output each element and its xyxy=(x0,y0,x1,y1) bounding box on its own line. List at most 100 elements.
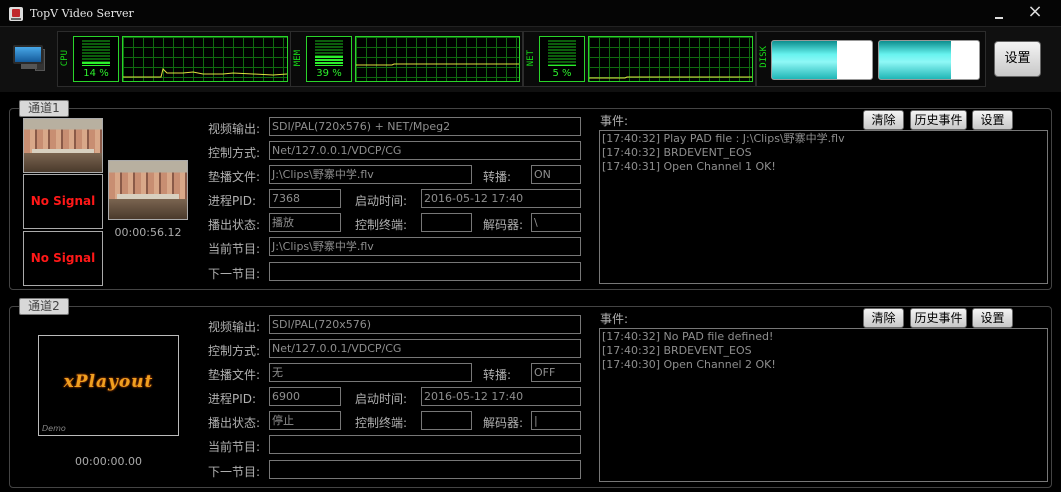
channel-1-timecode: 00:00:56.12 xyxy=(114,226,182,239)
channel-2-panel: 通道2 xPlayout Demo 00:00:00.00 视频输出: SDI/… xyxy=(9,298,1052,488)
current-program-label: 当前节目: xyxy=(208,440,261,454)
channel-2-preview: xPlayout Demo xyxy=(38,335,179,436)
events-label: 事件: xyxy=(600,114,629,128)
relay-label: 转播: xyxy=(483,368,512,382)
channel-1-tab[interactable]: 通道1 xyxy=(19,100,69,117)
channel-1-current-program-field: J:\Clips\野寨中学.flv xyxy=(269,237,581,256)
channel-2-video-out-field: SDI/PAL(720x576) xyxy=(269,315,581,334)
cpu-meter: CPU 14 % xyxy=(57,31,291,87)
minimize-button[interactable] xyxy=(984,3,1014,23)
pad-file-label: 垫播文件: xyxy=(208,170,261,184)
event-log-entry: [17:40:31] Open Channel 1 OK! xyxy=(602,160,776,173)
window-title: TopV Video Server xyxy=(30,7,134,20)
channel-2-start-time-field: 2016-05-12 17:40 xyxy=(421,387,581,406)
close-button[interactable]: × xyxy=(1020,3,1050,23)
channel-1-relay-field: ON xyxy=(531,165,581,184)
control-mode-label: 控制方式: xyxy=(208,146,261,160)
channel-1-pid-field: 7368 xyxy=(269,189,341,208)
no-signal-text: No Signal xyxy=(30,194,96,208)
channel-1-preview-output xyxy=(108,160,188,220)
mem-history-graph xyxy=(355,36,520,82)
channel-1-history-button[interactable]: 历史事件 xyxy=(910,110,967,130)
channel-2-relay-field: OFF xyxy=(531,363,581,382)
channel-2-decoder-field: | xyxy=(531,411,581,430)
disk-usage-bar-1 xyxy=(771,40,873,80)
channel-2-settings-button[interactable]: 设置 xyxy=(972,308,1013,328)
mem-percent: 39 % xyxy=(316,68,342,79)
channel-2-control-mode-field: Net/127.0.0.1/VDCP/CG xyxy=(269,339,581,358)
control-mode-label: 控制方式: xyxy=(208,344,261,358)
event-log-entry: [17:40:32] BRDEVENT_EOS xyxy=(602,344,752,357)
event-log-entry: [17:40:32] Play PAD file : J:\Clips\野寨中学… xyxy=(602,132,845,145)
mem-label: MEM xyxy=(293,50,303,67)
channel-2-timecode: 00:00:00.00 xyxy=(75,455,142,468)
disk-usage-bar-2 xyxy=(878,40,980,80)
pid-label: 进程PID: xyxy=(208,392,257,406)
channel-1-preview-nosignal-2: No Signal xyxy=(23,231,103,286)
channel-2-clear-button[interactable]: 清除 xyxy=(863,308,904,328)
channel-1-play-state-field: 播放 xyxy=(269,213,341,232)
channel-1-pad-file-field: J:\Clips\野寨中学.flv xyxy=(269,165,472,184)
video-out-label: 视频输出: xyxy=(208,122,261,136)
net-label: NET xyxy=(526,50,536,67)
event-log-entry: [17:40:32] No PAD file defined! xyxy=(602,330,774,343)
channel-2-event-log[interactable]: [17:40:32] No PAD file defined! [17:40:3… xyxy=(599,328,1048,482)
channel-1-control-terminal-field xyxy=(421,213,472,232)
cpu-gauge: 14 % xyxy=(73,36,119,82)
net-history-graph xyxy=(588,36,753,82)
channel-2-history-button[interactable]: 历史事件 xyxy=(910,308,967,328)
net-meter: NET 5 % xyxy=(523,31,756,87)
global-settings-button[interactable]: 设置 xyxy=(994,41,1041,77)
channel-1-event-log[interactable]: [17:40:32] Play PAD file : J:\Clips\野寨中学… xyxy=(599,130,1048,284)
demo-watermark: Demo xyxy=(42,424,66,433)
mem-meter: MEM 39 % xyxy=(290,31,523,87)
channel-1-decoder-field: \ xyxy=(531,213,581,232)
control-terminal-label: 控制终端: xyxy=(355,416,408,430)
system-monitor-bar: CPU 14 % MEM 39 % NET 5 % DISK 设置 xyxy=(0,26,1061,92)
channel-1-next-program-field xyxy=(269,262,581,281)
channel-2-play-state-field: 停止 xyxy=(269,411,341,430)
mem-gauge: 39 % xyxy=(306,36,352,82)
channel-1-control-mode-field: Net/127.0.0.1/VDCP/CG xyxy=(269,141,581,160)
channel-2-tab[interactable]: 通道2 xyxy=(19,298,69,315)
decoder-label: 解码器: xyxy=(483,218,524,232)
relay-label: 转播: xyxy=(483,170,512,184)
channel-1-preview-main xyxy=(23,118,103,173)
events-label: 事件: xyxy=(600,312,629,326)
pid-label: 进程PID: xyxy=(208,194,257,208)
cpu-history-graph xyxy=(122,36,288,82)
channel-2-current-program-field xyxy=(269,435,581,454)
no-signal-text: No Signal xyxy=(30,251,96,265)
start-time-label: 启动时间: xyxy=(355,194,408,208)
play-state-label: 播出状态: xyxy=(208,218,261,232)
channel-2-pid-field: 6900 xyxy=(269,387,341,406)
app-icon xyxy=(9,7,23,21)
channel-2-pad-file-field: 无 xyxy=(269,363,472,382)
channel-1-panel: 通道1 No Signal No Signal 00:00:56.12 视频输出… xyxy=(9,100,1052,290)
net-percent: 5 % xyxy=(552,68,572,79)
event-log-entry: [17:40:30] Open Channel 2 OK! xyxy=(602,358,776,371)
disk-label: DISK xyxy=(759,46,769,68)
channel-1-clear-button[interactable]: 清除 xyxy=(863,110,904,130)
net-gauge: 5 % xyxy=(539,36,585,82)
start-time-label: 启动时间: xyxy=(355,392,408,406)
cpu-percent: 14 % xyxy=(83,68,109,79)
control-terminal-label: 控制终端: xyxy=(355,218,408,232)
channel-1-video-out-field: SDI/PAL(720x576) + NET/Mpeg2 xyxy=(269,117,581,136)
channel-1-settings-button[interactable]: 设置 xyxy=(972,110,1013,130)
video-out-label: 视频输出: xyxy=(208,320,261,334)
channel-1-start-time-field: 2016-05-12 17:40 xyxy=(421,189,581,208)
title-bar: TopV Video Server × xyxy=(0,0,1061,26)
channel-2-control-terminal-field xyxy=(421,411,472,430)
event-log-entry: [17:40:32] BRDEVENT_EOS xyxy=(602,146,752,159)
channel-1-preview-nosignal-1: No Signal xyxy=(23,174,103,229)
disk-meter: DISK xyxy=(756,31,986,87)
xplayout-logo: xPlayout xyxy=(63,372,154,392)
next-program-label: 下一节目: xyxy=(208,267,261,281)
next-program-label: 下一节目: xyxy=(208,465,261,479)
play-state-label: 播出状态: xyxy=(208,416,261,430)
cpu-label: CPU xyxy=(60,50,70,67)
channel-2-next-program-field xyxy=(269,460,581,479)
computer-monitor-icon xyxy=(13,45,45,71)
current-program-label: 当前节目: xyxy=(208,242,261,256)
